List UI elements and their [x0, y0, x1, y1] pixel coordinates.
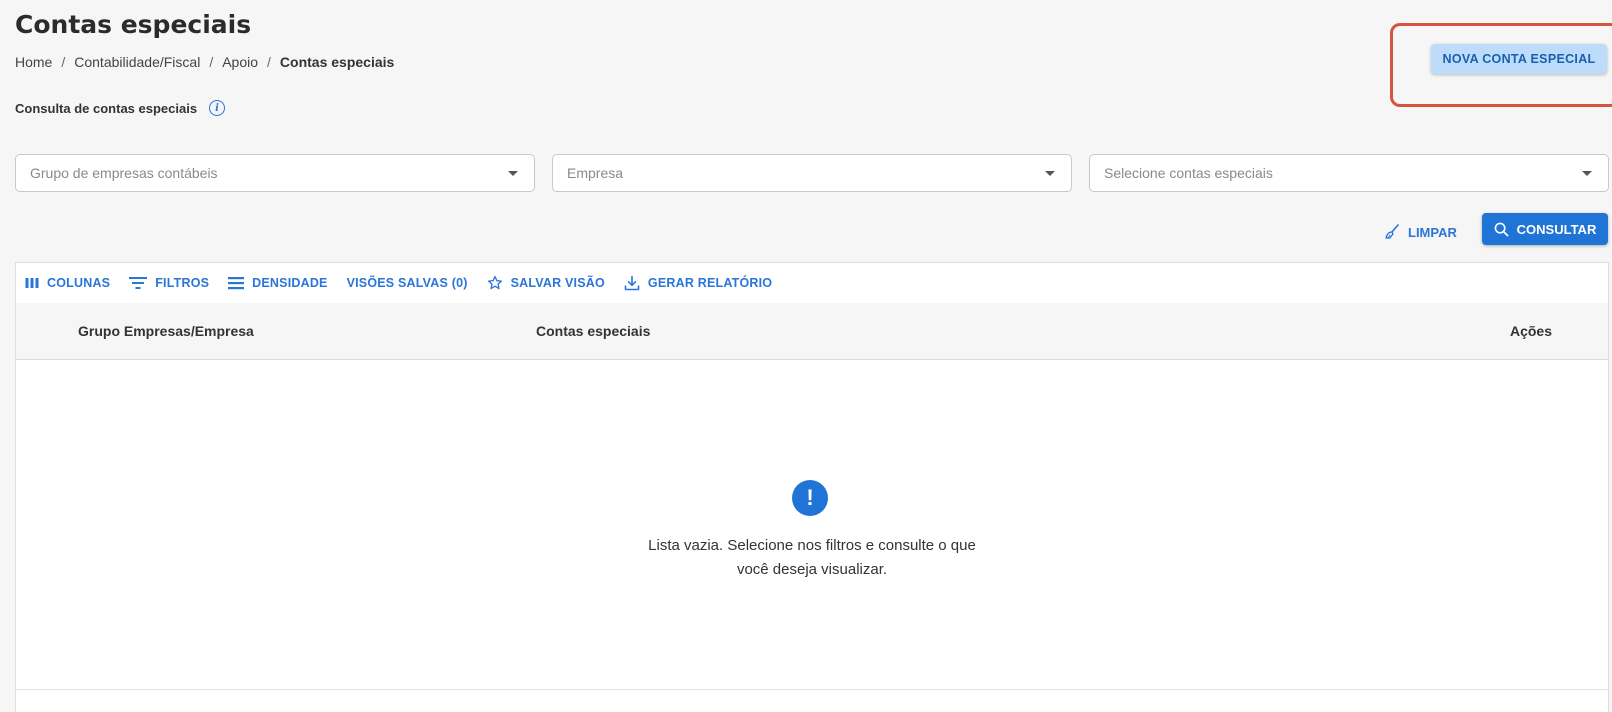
alert-icon: !: [792, 480, 828, 516]
chevron-down-icon: [508, 171, 518, 176]
clear-button-label: LIMPAR: [1408, 224, 1457, 240]
columns-label: COLUNAS: [47, 276, 111, 290]
filters-label: FILTROS: [155, 276, 210, 290]
column-header-actions: Ações: [1509, 323, 1552, 339]
breadcrumb-apoio[interactable]: Apoio: [222, 54, 258, 70]
filters-button[interactable]: FILTROS: [129, 276, 209, 290]
special-accounts-placeholder: Selecione contas especiais: [1104, 165, 1273, 181]
new-special-account-button[interactable]: NOVA CONTA ESPECIAL: [1431, 44, 1607, 74]
breadcrumb-contabilidade[interactable]: Contabilidade/Fiscal: [74, 54, 200, 70]
star-icon: [487, 275, 502, 290]
saved-views-label: VISÕES SALVAS (0): [346, 276, 468, 290]
generate-report-label: GERAR RELATÓRIO: [647, 276, 773, 290]
special-accounts-select[interactable]: Selecione contas especiais: [1089, 154, 1609, 192]
column-header-company[interactable]: Grupo Empresas/Empresa: [78, 323, 254, 339]
download-icon: [624, 275, 640, 291]
breadcrumb: Home / Contabilidade/Fiscal / Apoio / Co…: [15, 54, 394, 70]
empty-message: Lista vazia. Selecione nos filtros e con…: [16, 534, 1608, 582]
breadcrumb-separator: /: [61, 54, 66, 70]
filter-icon: [129, 277, 148, 289]
info-icon[interactable]: i: [209, 100, 226, 116]
empty-message-line-1: Lista vazia. Selecione nos filtros e con…: [648, 537, 976, 554]
column-header-special-accounts[interactable]: Contas especiais: [536, 323, 650, 339]
grid-header: Grupo Empresas/Empresa Contas especiais …: [16, 303, 1608, 360]
save-view-label: SALVAR VISÃO: [510, 276, 605, 290]
search-button-label: CONSULTAR: [1516, 221, 1597, 237]
density-icon: [228, 277, 245, 290]
breadcrumb-separator: /: [267, 54, 271, 70]
company-select[interactable]: Empresa: [552, 154, 1072, 192]
search-icon: [1494, 222, 1509, 236]
data-grid: COLUNAS FILTROS DENSIDADE VISÕES SALVAS …: [15, 262, 1609, 712]
save-view-button[interactable]: SALVAR VISÃO: [487, 275, 605, 291]
page: Contas especiais Home / Contabilidade/Fi…: [0, 0, 1612, 712]
empty-state: ! Lista vazia. Selecione nos filtros e c…: [16, 360, 1608, 690]
empty-message-line-2: você deseja visualizar.: [736, 561, 888, 578]
chevron-down-icon: [1582, 171, 1592, 176]
company-group-select[interactable]: Grupo de empresas contábeis: [15, 154, 535, 192]
clear-button[interactable]: LIMPAR: [1384, 218, 1457, 246]
columns-icon: [25, 278, 39, 288]
density-label: DENSIDADE: [252, 276, 328, 290]
grid-toolbar: COLUNAS FILTROS DENSIDADE VISÕES SALVAS …: [16, 263, 1608, 303]
page-title: Contas especiais: [15, 10, 252, 39]
columns-button[interactable]: COLUNAS: [25, 276, 110, 290]
company-placeholder: Empresa: [567, 165, 624, 181]
breadcrumb-current: Contas especiais: [279, 54, 395, 70]
density-button[interactable]: DENSIDADE: [228, 276, 327, 290]
search-button[interactable]: CONSULTAR: [1482, 213, 1608, 245]
section-title-text: Consulta de contas especiais: [15, 100, 198, 116]
generate-report-button[interactable]: GERAR RELATÓRIO: [624, 275, 772, 291]
breadcrumb-separator: /: [209, 54, 214, 70]
section-title: Consulta de contas especiais i: [15, 100, 226, 116]
breadcrumb-home[interactable]: Home: [15, 54, 52, 70]
chevron-down-icon: [1045, 171, 1055, 176]
broom-icon: [1385, 224, 1399, 239]
company-group-placeholder: Grupo de empresas contábeis: [30, 165, 218, 181]
saved-views-button[interactable]: VISÕES SALVAS (0): [347, 276, 468, 290]
